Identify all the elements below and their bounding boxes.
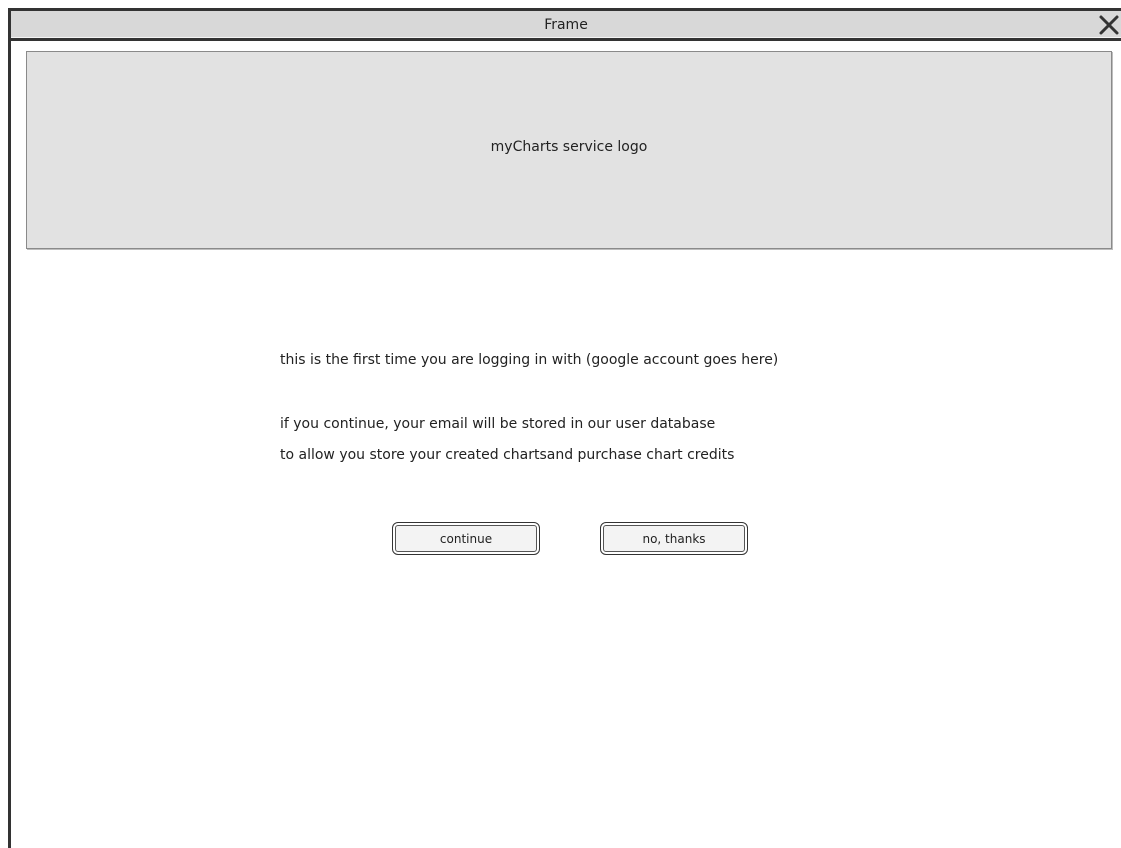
window-title: Frame [544,17,588,33]
close-icon [1099,15,1119,35]
no-thanks-button[interactable]: no, thanks [600,522,748,555]
continue-button[interactable]: continue [392,522,540,555]
window-frame: Frame myCharts service logo this is the … [8,8,1121,848]
storage-notice-line-1: if you continue, your email will be stor… [280,416,716,432]
logo-placeholder: myCharts service logo [26,51,1112,249]
storage-notice-line-2: to allow you store your created chartsan… [280,447,735,463]
continue-button-label: continue [395,525,537,552]
logo-label: myCharts service logo [490,139,648,155]
first-login-message: this is the first time you are logging i… [280,352,779,368]
title-bar: Frame [11,11,1121,41]
no-thanks-button-label: no, thanks [603,525,745,552]
close-button[interactable] [1095,11,1121,39]
